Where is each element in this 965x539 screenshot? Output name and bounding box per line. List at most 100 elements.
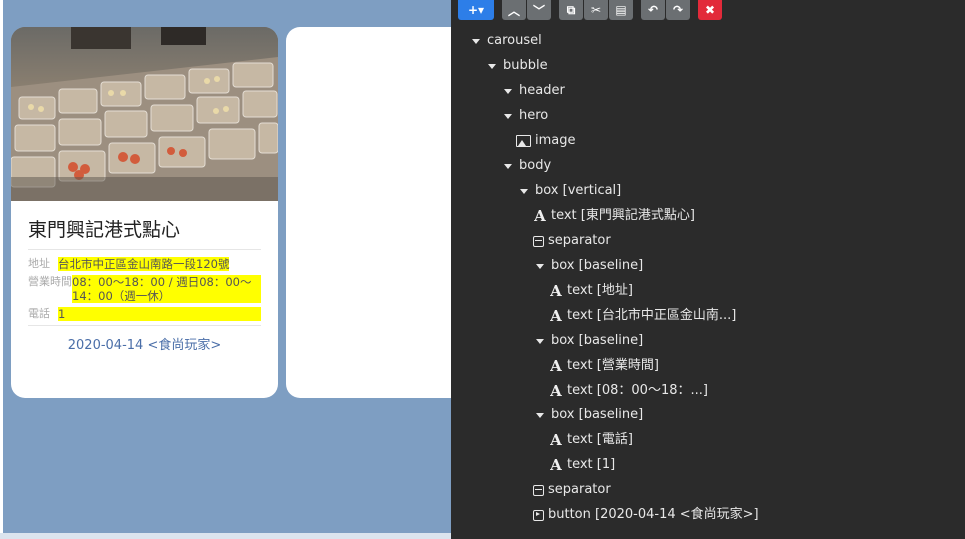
tree-node-label: box [vertical] — [535, 183, 622, 198]
tree-node-text-title[interactable]: Atext [東門興記港式點心] — [533, 206, 695, 226]
tree-node-bubble[interactable]: bubble — [488, 56, 548, 76]
move-down-button[interactable]: ﹀ — [527, 0, 551, 20]
text-icon: A — [550, 431, 562, 449]
card-title: 東門興記港式點心 — [28, 219, 181, 241]
tree-node-label: carousel — [487, 33, 542, 48]
tree-node-image[interactable]: image — [516, 131, 576, 151]
tree-node-box-vertical[interactable]: box [vertical] — [520, 181, 621, 201]
tree-node-label: header — [519, 83, 565, 98]
caret-down-icon — [472, 38, 480, 44]
tree-node-header[interactable]: header — [504, 81, 565, 101]
delete-icon: ✖ — [704, 3, 716, 17]
tree-node-separator[interactable]: separator — [533, 480, 611, 500]
text-icon: A — [550, 357, 562, 375]
add-node-button[interactable]: +▾ — [458, 0, 494, 20]
tree-node-label: text [1] — [567, 457, 616, 472]
tree-node-label: hero — [519, 108, 549, 123]
card-body: 東門興記港式點心 地址 台北市中正區金山南路一段120號 營業時間 08：00～… — [28, 217, 261, 358]
tree-node-label: text [地址] — [567, 283, 633, 298]
hero-image — [11, 27, 278, 201]
move-up-button[interactable]: ︿ — [502, 0, 526, 20]
bubble-card-empty[interactable] — [286, 27, 451, 398]
text-icon: A — [550, 282, 562, 300]
redo-icon: ↷ — [672, 3, 684, 17]
text-icon: A — [534, 207, 546, 225]
tree-node-label: text [電話] — [567, 432, 633, 447]
image-icon — [516, 135, 531, 147]
tree-node-label: box [baseline] — [551, 333, 644, 348]
cut-button[interactable]: ✂ — [584, 0, 608, 20]
separator-icon — [533, 484, 544, 496]
paste-button[interactable]: ▤ — [609, 0, 633, 20]
tree-node-label: separator — [548, 233, 611, 248]
tree-node-box-baseline[interactable]: box [baseline] — [536, 331, 643, 351]
tree-node-label: button [2020-04-14 <食尚玩家>] — [548, 507, 759, 522]
separator — [28, 249, 261, 250]
tree-node-label: body — [519, 158, 552, 173]
tree-node-text[interactable]: Atext [地址] — [549, 281, 633, 301]
tree-node-text[interactable]: Atext [08：00～18：...] — [549, 381, 708, 401]
tree-node-separator[interactable]: separator — [533, 231, 611, 251]
undo-icon: ↶ — [647, 3, 659, 17]
tree-node-label: image — [535, 133, 576, 148]
hours-value: 08：00～18：00 / 週日08：00～14：00（週一休） — [72, 275, 261, 303]
separator-2 — [28, 325, 261, 326]
tree-node-label: separator — [548, 482, 611, 497]
tree-node-carousel[interactable]: carousel — [472, 31, 542, 51]
text-icon: A — [550, 456, 562, 474]
caret-down-icon — [504, 113, 512, 119]
undo-button[interactable]: ↶ — [641, 0, 665, 20]
tree-node-box-baseline[interactable]: box [baseline] — [536, 256, 643, 276]
caret-down-icon — [520, 188, 528, 194]
caret-down-icon — [504, 163, 512, 169]
text-icon: A — [550, 382, 562, 400]
tree-node-box-baseline[interactable]: box [baseline] — [536, 405, 643, 425]
tree-node-label: text [東門興記港式點心] — [551, 208, 695, 223]
bottom-strip — [0, 533, 451, 539]
tree-node-text[interactable]: Atext [台北市中正區金山南...] — [549, 306, 736, 326]
tree-node-label: box [baseline] — [551, 407, 644, 422]
plus-icon: +▾ — [467, 3, 485, 17]
caret-down-icon — [536, 412, 544, 418]
caret-down-icon — [536, 338, 544, 344]
tree-node-text[interactable]: Atext [1] — [549, 455, 615, 475]
tree-node-label: box [baseline] — [551, 258, 644, 273]
chevron-up-icon: ︿ — [507, 3, 520, 18]
redo-button[interactable]: ↷ — [666, 0, 690, 20]
caret-down-icon — [488, 63, 496, 69]
food-photo — [11, 27, 278, 201]
copy-icon: ⧉ — [566, 2, 576, 17]
chevron-down-icon: ﹀ — [532, 3, 545, 18]
tree-node-label: bubble — [503, 58, 548, 73]
tree-toolbar: +▾ ︿ ﹀ ⧉ ✂ ▤ ↶ ↷ ✖ — [458, 0, 722, 20]
phone-label: 電話 — [28, 307, 50, 320]
component-tree-panel: +▾ ︿ ﹀ ⧉ ✂ ▤ ↶ ↷ ✖ carousel bubble heade… — [451, 0, 965, 539]
copy-button[interactable]: ⧉ — [559, 0, 583, 20]
paste-icon: ▤ — [615, 3, 627, 17]
tree-node-label: text [營業時間] — [567, 358, 659, 373]
tree-node-label: text [08：00～18：...] — [567, 383, 708, 398]
caret-down-icon — [504, 88, 512, 94]
separator-icon — [533, 235, 544, 247]
delete-button[interactable]: ✖ — [698, 0, 722, 20]
text-icon: A — [550, 307, 562, 325]
source-link-button[interactable]: 2020-04-14 <食尚玩家> — [28, 334, 261, 358]
tree-node-hero[interactable]: hero — [504, 106, 548, 126]
tree-node-body[interactable]: body — [504, 156, 551, 176]
cut-icon: ✂ — [590, 3, 602, 17]
tree-node-text[interactable]: Atext [電話] — [549, 430, 633, 450]
tree-node-button[interactable]: button [2020-04-14 <食尚玩家>] — [533, 505, 759, 525]
bubble-card[interactable]: 東門興記港式點心 地址 台北市中正區金山南路一段120號 營業時間 08：00～… — [11, 27, 278, 398]
tree-node-text[interactable]: Atext [營業時間] — [549, 356, 659, 376]
preview-panel: 東門興記港式點心 地址 台北市中正區金山南路一段120號 營業時間 08：00～… — [3, 0, 451, 533]
hours-label: 營業時間 — [28, 275, 72, 288]
phone-value: 1 — [58, 307, 261, 321]
hours-row: 營業時間 08：00～18：00 / 週日08：00～14：00（週一休） — [28, 275, 261, 303]
address-value: 台北市中正區金山南路一段120號 — [58, 257, 230, 271]
caret-down-icon — [536, 263, 544, 269]
button-icon — [533, 509, 544, 521]
address-row: 地址 台北市中正區金山南路一段120號 — [28, 257, 261, 271]
tree-node-label: text [台北市中正區金山南...] — [567, 308, 737, 323]
address-label: 地址 — [28, 257, 50, 270]
phone-row: 電話 1 — [28, 307, 261, 321]
